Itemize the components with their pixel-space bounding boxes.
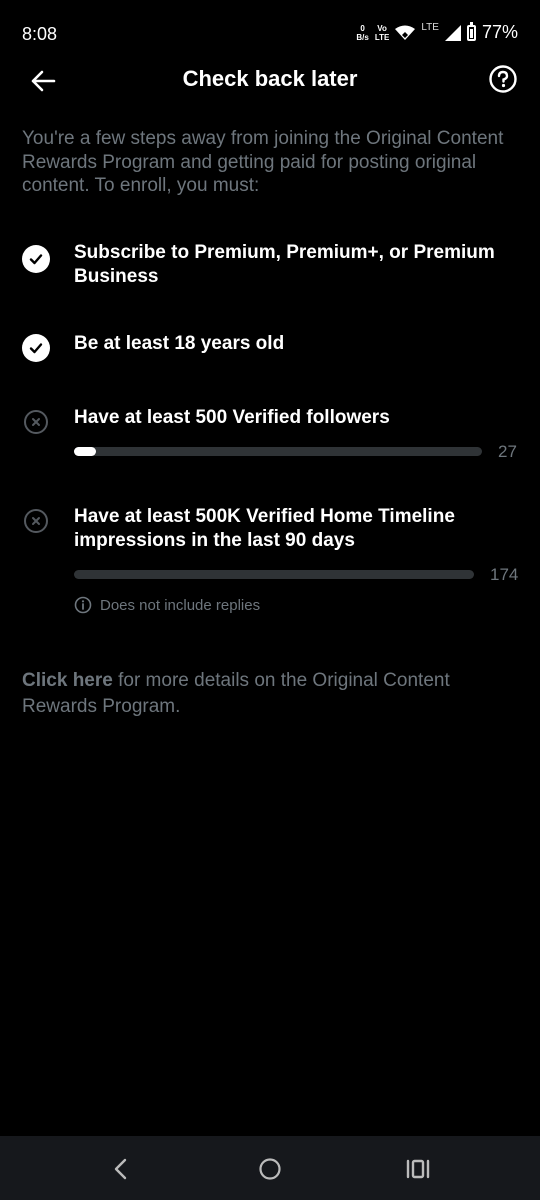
progress-value: 27 (498, 442, 517, 461)
nav-recents-icon (406, 1159, 430, 1179)
nav-back-button[interactable] (104, 1152, 138, 1186)
requirement-label: Have at least 500 Verified followers (74, 407, 390, 428)
requirement-premium: Subscribe to Premium, Premium+, or Premi… (22, 241, 522, 293)
signal-icon (444, 24, 461, 41)
requirement-followers: Have at least 500 Verified followers 27 (22, 406, 522, 466)
info-circle-icon (74, 596, 92, 614)
details-text: Click here for more details on the Origi… (22, 668, 522, 720)
nav-back-icon (114, 1158, 127, 1180)
progress-value: 174 (490, 565, 519, 584)
volte-bottom: LTE (374, 32, 390, 42)
requirement-label: Have at least 500K Verified Home Timelin… (74, 506, 455, 551)
progress-fill (74, 447, 97, 456)
status-icons: 0 B/s Vo LTE LTE 77% (356, 21, 518, 43)
progress-bar (74, 570, 474, 579)
check-circle-icon (22, 334, 50, 362)
requirement-status (24, 410, 54, 440)
x-circle-icon (24, 509, 48, 533)
intro-text: You're a few steps away from joining the… (22, 128, 504, 196)
nav-home-button[interactable] (253, 1152, 287, 1186)
battery-level: 77% (481, 22, 518, 42)
progress-bar (74, 447, 482, 456)
nav-recents-button[interactable] (401, 1152, 435, 1186)
network-speed-unit: B/s (356, 32, 369, 42)
click-here-link[interactable]: Click here (22, 670, 113, 691)
replies-note: Does not include replies (74, 596, 260, 614)
header: Check back later (0, 56, 540, 104)
requirement-age: Be at least 18 years old (22, 332, 522, 362)
x-circle-icon (24, 410, 48, 434)
battery-icon (466, 21, 476, 41)
note-text: Does not include replies (100, 596, 261, 614)
requirement-label: Be at least 18 years old (74, 333, 285, 354)
requirement-status (22, 334, 52, 364)
status-bar: 8:08 0 B/s Vo LTE LTE 77% (0, 0, 540, 64)
wifi-icon (395, 25, 416, 40)
system-nav-bar (0, 1136, 540, 1200)
network-speed: 0 B/s (356, 24, 368, 42)
question-circle-icon (489, 65, 517, 93)
check-circle-icon (22, 245, 50, 273)
network-speed-value: 0 (360, 23, 365, 33)
lte-label: LTE (421, 22, 439, 33)
nav-home-icon (259, 1158, 281, 1180)
status-time: 8:08 (22, 24, 58, 44)
page-title: Check back later (182, 66, 358, 91)
requirement-impressions: Have at least 500K Verified Home Timelin… (22, 505, 522, 585)
requirement-status (22, 245, 52, 275)
requirement-status (24, 509, 54, 539)
requirement-label: Subscribe to Premium, Premium+, or Premi… (74, 242, 495, 287)
help-button[interactable] (488, 64, 518, 94)
volte-top: Vo (377, 23, 387, 33)
volte-icon: Vo LTE (375, 24, 390, 42)
